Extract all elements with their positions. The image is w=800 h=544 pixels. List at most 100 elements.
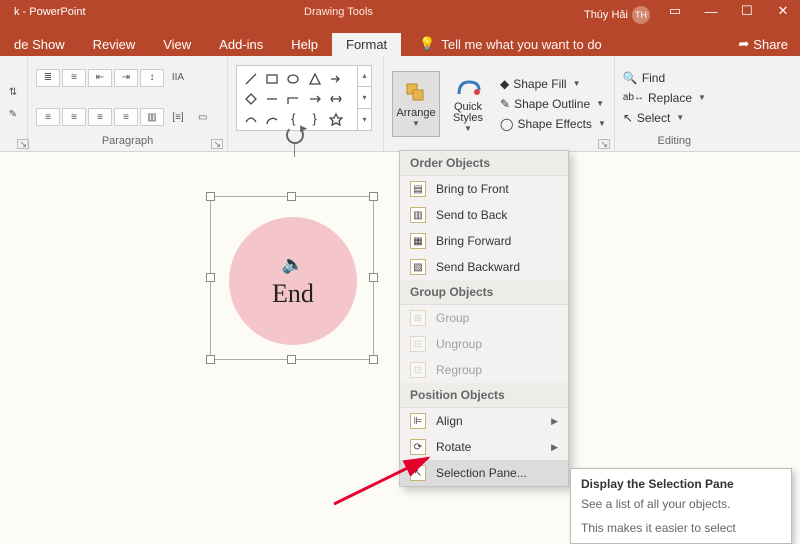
shape-circle[interactable]: 🔈 End — [229, 217, 357, 345]
shape-effects-label: Shape Effects — [517, 117, 592, 131]
resize-handle[interactable] — [287, 192, 296, 201]
tab-view[interactable]: View — [149, 33, 205, 56]
arrow-right-shape-icon[interactable] — [329, 72, 343, 86]
tab-help[interactable]: Help — [277, 33, 332, 56]
arrow2-shape-icon[interactable] — [308, 92, 322, 106]
elbow-shape-icon[interactable] — [286, 92, 300, 106]
menu-bring-to-front[interactable]: ▤Bring to Front — [400, 176, 568, 202]
curve-shape-icon[interactable] — [244, 112, 258, 126]
ribbon-options-icon[interactable]: ▭ — [668, 4, 682, 18]
tab-add-ins[interactable]: Add-ins — [205, 33, 277, 56]
text-direction-button[interactable]: IIA — [166, 69, 190, 87]
menu-send-backward[interactable]: ▧Send Backward — [400, 254, 568, 280]
paint-icon[interactable]: ✎ — [2, 106, 24, 124]
star-shape-icon[interactable] — [329, 112, 343, 126]
maximize-icon[interactable]: ☐ — [740, 4, 754, 18]
share-button[interactable]: ➦ Share — [726, 32, 800, 56]
brace-right-shape-icon[interactable]: } — [312, 111, 316, 126]
numbering-icon[interactable]: ≡ — [62, 69, 86, 87]
oval-shape-icon[interactable] — [286, 72, 300, 86]
search-icon: 🔍 — [623, 71, 638, 85]
chevron-down-icon: ▼ — [698, 93, 706, 102]
shape-effects-button[interactable]: ◯Shape Effects▼ — [500, 115, 606, 133]
resize-handle[interactable] — [206, 273, 215, 282]
align-text-button[interactable]: [≡] — [166, 108, 190, 126]
menu-group: ⊞Group — [400, 305, 568, 331]
select-button[interactable]: ↖Select▼ — [623, 109, 706, 127]
quick-styles-button[interactable]: Quick Styles ▼ — [444, 71, 492, 137]
brace-left-shape-icon[interactable]: { — [291, 111, 295, 126]
selection-box[interactable]: 🔈 End — [210, 196, 374, 360]
align-center-icon[interactable]: ≡ — [62, 108, 86, 126]
replace-icon: ab↔ — [623, 92, 644, 103]
shape-text[interactable]: End — [272, 279, 314, 309]
line-spacing-icon[interactable]: ↕ — [140, 69, 164, 87]
tab-slide-show[interactable]: de Show — [0, 33, 79, 56]
menu-section-position: Position Objects — [400, 383, 568, 408]
shape-fill-button[interactable]: ◆Shape Fill▼ — [500, 75, 606, 93]
resize-handle[interactable] — [287, 355, 296, 364]
rhombus-shape-icon[interactable] — [244, 92, 258, 106]
resize-handle[interactable] — [206, 355, 215, 364]
triangle-shape-icon[interactable] — [308, 72, 322, 86]
rect-shape-icon[interactable] — [265, 72, 279, 86]
line-shape-icon[interactable] — [244, 72, 258, 86]
arrange-menu: Order Objects ▤Bring to Front ▥Send to B… — [399, 150, 569, 487]
shapes-gallery[interactable]: { } ▴▾▾ — [236, 65, 372, 131]
share-icon: ➦ — [738, 36, 749, 52]
dialog-launcher-icon[interactable]: ↘ — [17, 139, 29, 149]
arrange-button[interactable]: Arrange ▼ — [392, 71, 440, 137]
smartart-button[interactable]: ▭ — [194, 108, 211, 126]
annotation-arrow-icon — [328, 450, 438, 510]
dialog-launcher-icon[interactable]: ↘ — [211, 139, 223, 149]
avatar: TH — [632, 6, 650, 24]
dialog-launcher-icon[interactable]: ↘ — [598, 139, 610, 149]
bullets-icon[interactable]: ≣ — [36, 69, 60, 87]
justify-icon[interactable]: ≡ — [114, 108, 138, 126]
shapes-more[interactable]: ▴▾▾ — [357, 66, 371, 130]
ribbon: ⇅ ✎ ↘ ≣ ≡ ⇤ ⇥ ↕ IIA ≡ ≡ ≡ ≡ ▥ [≡] — [0, 56, 800, 152]
editing-group-label: Editing — [623, 135, 726, 149]
chevron-down-icon: ▼ — [464, 124, 472, 133]
title-bar: k - PowerPoint Drawing Tools Thúy Hải TH… — [0, 0, 800, 28]
tab-format[interactable]: Format — [332, 33, 401, 56]
menu-send-to-back[interactable]: ▥Send to Back — [400, 202, 568, 228]
arc-shape-icon[interactable] — [265, 112, 279, 126]
shape-outline-button[interactable]: ✎Shape Outline▼ — [500, 95, 606, 113]
chevron-down-icon: ▼ — [412, 119, 420, 128]
align-right-icon[interactable]: ≡ — [88, 108, 112, 126]
menu-bring-forward[interactable]: ▦Bring Forward — [400, 228, 568, 254]
tell-me-search[interactable]: 💡 Tell me what you want to do — [409, 32, 612, 56]
resize-handle[interactable] — [369, 355, 378, 364]
select-label: Select — [637, 111, 670, 125]
resize-handle[interactable] — [369, 273, 378, 282]
user-name: Thúy Hải — [584, 9, 628, 21]
find-button[interactable]: 🔍Find — [623, 69, 706, 87]
chevron-down-icon: ▼ — [598, 119, 606, 128]
columns-icon[interactable]: ▥ — [140, 108, 164, 126]
user-area[interactable]: Thúy Hải TH — [584, 6, 650, 24]
resize-handle[interactable] — [206, 192, 215, 201]
text-direction-icon[interactable]: ⇅ — [2, 84, 24, 102]
decrease-indent-icon[interactable]: ⇤ — [88, 69, 112, 87]
pen-icon: ✎ — [500, 97, 510, 111]
menu-regroup: ⊡Regroup — [400, 357, 568, 383]
bucket-icon: ◆ — [500, 77, 509, 91]
rotate-handle-icon[interactable] — [286, 126, 304, 144]
increase-indent-icon[interactable]: ⇥ — [114, 69, 138, 87]
resize-handle[interactable] — [369, 192, 378, 201]
menu-align[interactable]: ⊫Align▶ — [400, 408, 568, 434]
replace-button[interactable]: ab↔Replace▼ — [623, 89, 706, 107]
close-icon[interactable]: ✕ — [776, 4, 790, 18]
submenu-arrow-icon: ▶ — [551, 416, 558, 427]
tooltip-body1: See a list of all your objects. — [581, 497, 781, 511]
regroup-icon: ⊡ — [410, 362, 426, 378]
slide-canvas[interactable]: 🔈 End — [190, 162, 400, 372]
tab-review[interactable]: Review — [79, 33, 150, 56]
tooltip-title: Display the Selection Pane — [581, 477, 781, 491]
line2-shape-icon[interactable] — [265, 92, 279, 106]
double-arrow-shape-icon[interactable] — [329, 92, 343, 106]
align-left-icon[interactable]: ≡ — [36, 108, 60, 126]
minimize-icon[interactable]: — — [704, 4, 718, 18]
audio-icon[interactable]: 🔈 — [282, 254, 304, 275]
